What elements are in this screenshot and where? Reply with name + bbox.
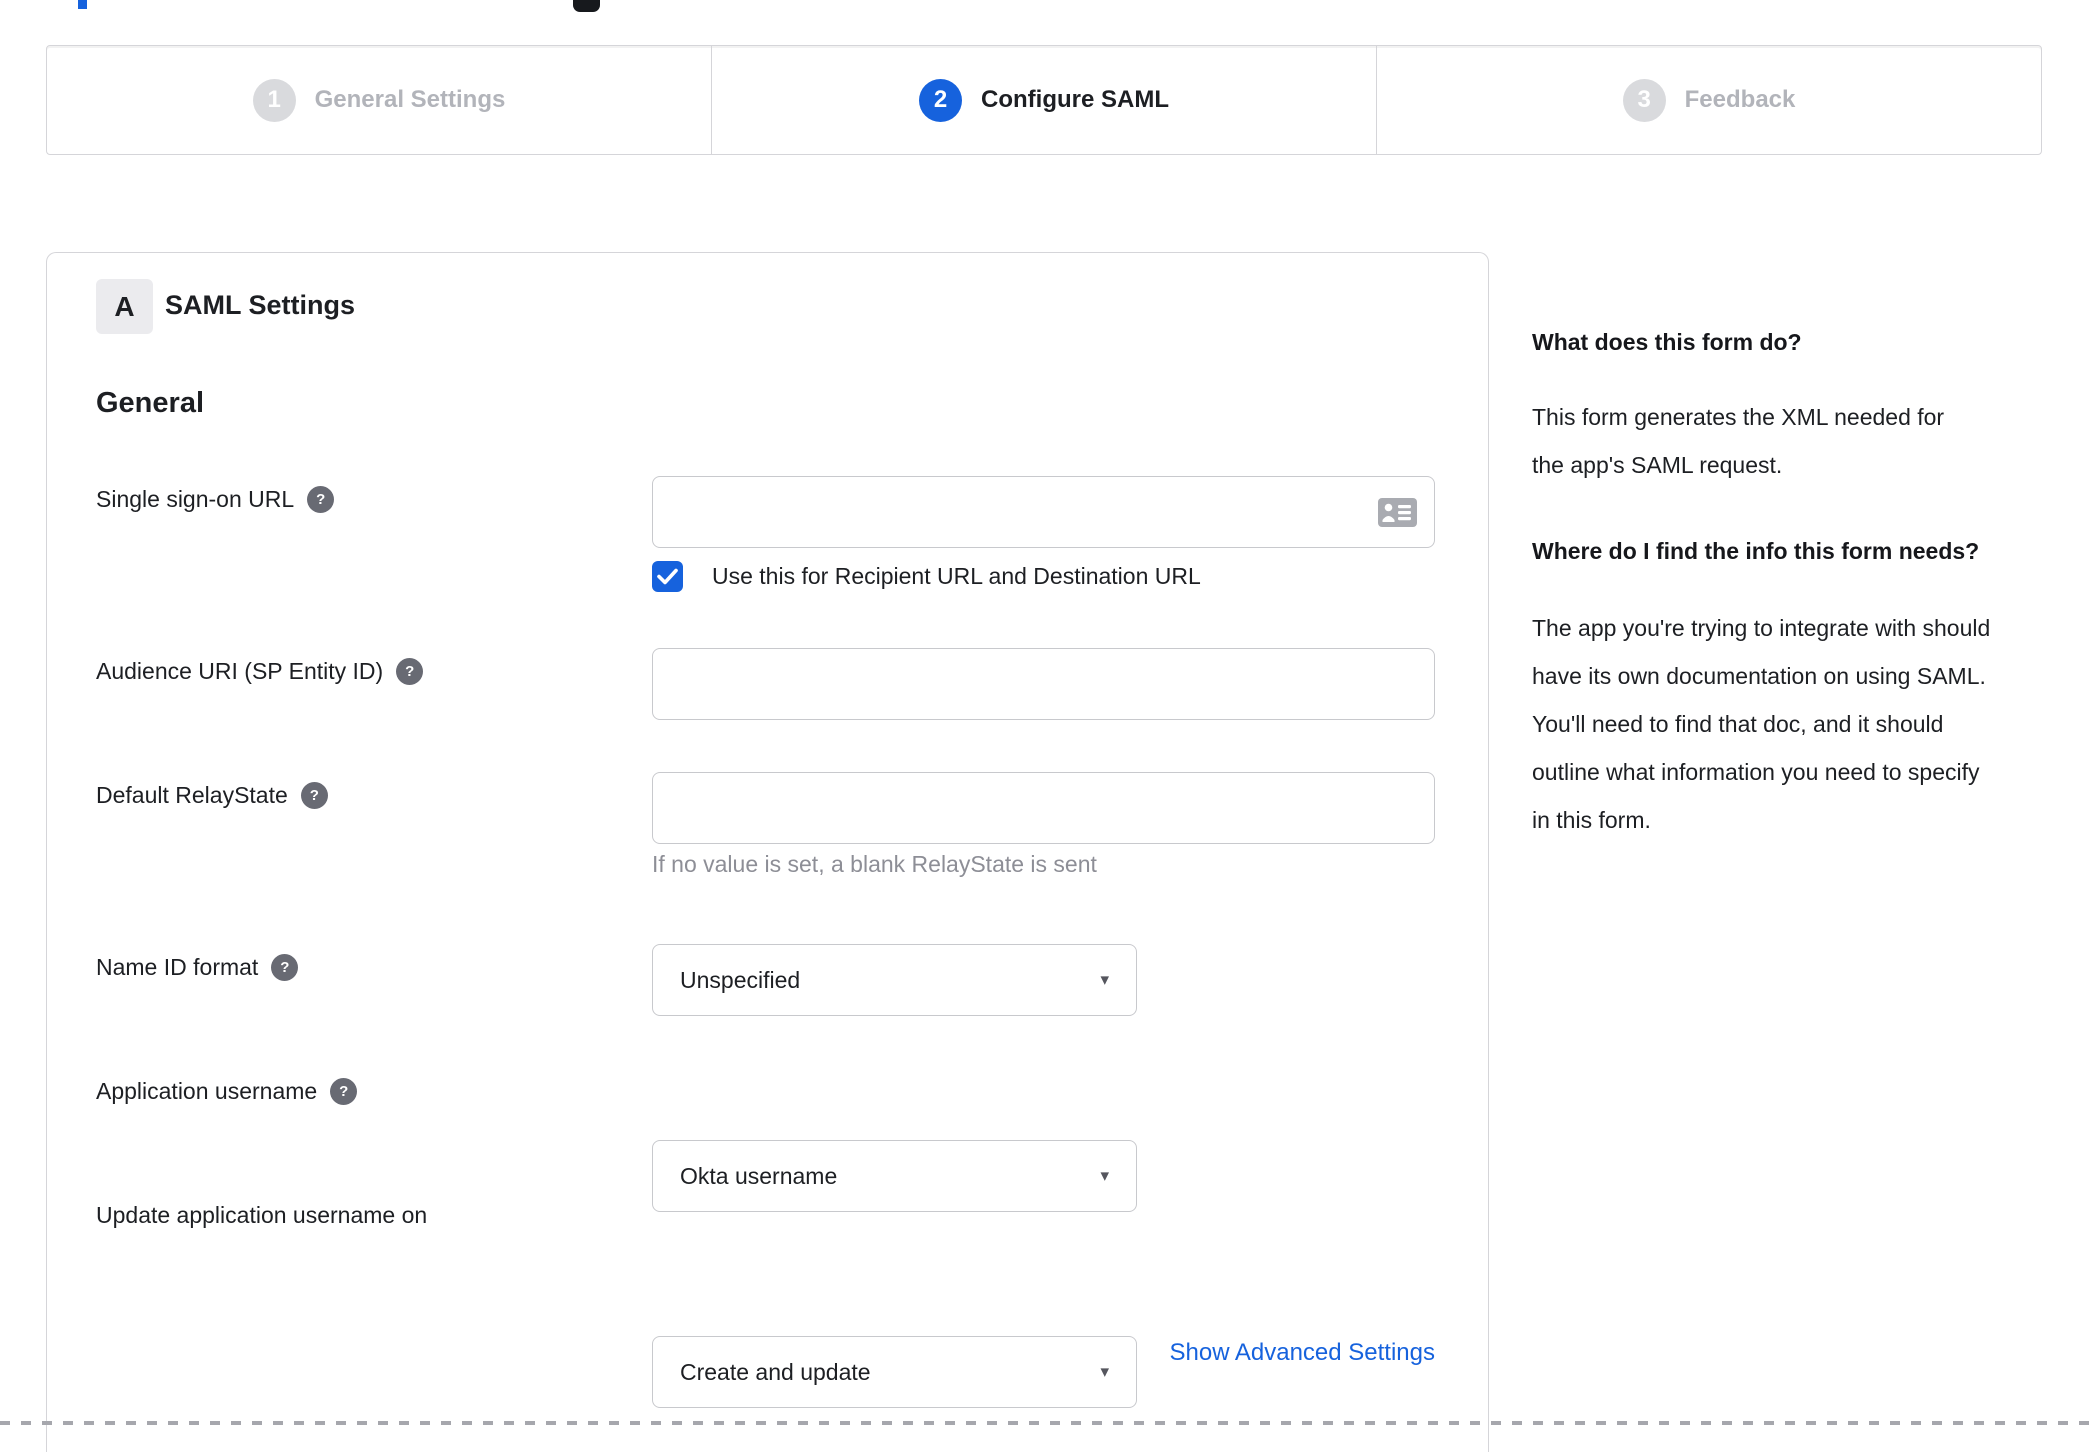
help-heading-what: What does this form do?: [1532, 329, 1802, 355]
step-feedback[interactable]: 3 Feedback: [1376, 46, 2041, 154]
relaystate-label: Default RelayState ?: [96, 782, 328, 809]
check-icon: [657, 568, 678, 585]
saml-settings-panel: A SAML Settings General Single sign-on U…: [46, 252, 1489, 1452]
recipient-url-checkbox-row: Use this for Recipient URL and Destinati…: [652, 561, 1201, 592]
nameid-format-label: Name ID format ?: [96, 954, 299, 981]
sso-url-input-wrap: [652, 476, 1435, 548]
update-username-label: Update application username on: [96, 1202, 428, 1228]
help-icon[interactable]: ?: [271, 954, 299, 981]
help-icon[interactable]: ?: [396, 658, 424, 685]
section-title: SAML Settings: [165, 290, 356, 320]
step-label: General Settings: [314, 86, 506, 113]
step-label: Feedback: [1684, 86, 1796, 113]
app-username-select[interactable]: Okta username ▾: [652, 1140, 1137, 1212]
audience-uri-input[interactable]: [652, 648, 1435, 720]
recipient-url-checkbox[interactable]: [652, 561, 683, 592]
help-icon[interactable]: ?: [300, 782, 328, 809]
wizard-stepper: 1 General Settings 2 Configure SAML 3 Fe…: [46, 45, 2042, 155]
group-title-general: General: [96, 387, 204, 419]
help-heading-where: Where do I find the info this form needs…: [1532, 538, 1980, 564]
nameid-format-select[interactable]: Unspecified ▾: [652, 944, 1137, 1016]
help-icon[interactable]: ?: [307, 486, 335, 513]
sso-url-input[interactable]: [652, 476, 1435, 548]
step-number-badge: 3: [1622, 78, 1666, 122]
help-paragraph-where: The app you're trying to integrate with …: [1532, 615, 1991, 833]
show-advanced-settings-link[interactable]: Show Advanced Settings: [652, 1339, 1435, 1367]
step-number-badge: 1: [252, 78, 296, 122]
help-paragraph-what: This form generates the XML needed for t…: [1532, 404, 1945, 478]
help-icon[interactable]: ?: [330, 1078, 358, 1105]
clipped-header-element: [573, 0, 600, 12]
relaystate-helper-text: If no value is set, a blank RelayState i…: [652, 851, 1097, 877]
sso-url-label: Single sign-on URL ?: [96, 486, 335, 513]
dotted-divider: [0, 1421, 2092, 1425]
step-label: Configure SAML: [981, 86, 1169, 113]
clipped-header-accent: [78, 0, 87, 9]
caret-down-icon: ▾: [1100, 1166, 1109, 1185]
help-sidebar: What does this form do? This form genera…: [1532, 326, 2037, 844]
section-a-badge: A: [96, 279, 153, 334]
app-username-label: Application username ?: [96, 1078, 358, 1105]
contact-card-icon: [1378, 498, 1417, 532]
step-configure-saml[interactable]: 2 Configure SAML: [711, 46, 1376, 154]
step-general-settings[interactable]: 1 General Settings: [47, 46, 711, 154]
step-number-badge: 2: [919, 78, 962, 122]
caret-down-icon: ▾: [1100, 970, 1109, 989]
relaystate-input[interactable]: [652, 772, 1435, 844]
recipient-url-checkbox-label: Use this for Recipient URL and Destinati…: [712, 563, 1201, 589]
audience-uri-label: Audience URI (SP Entity ID) ?: [96, 658, 424, 685]
